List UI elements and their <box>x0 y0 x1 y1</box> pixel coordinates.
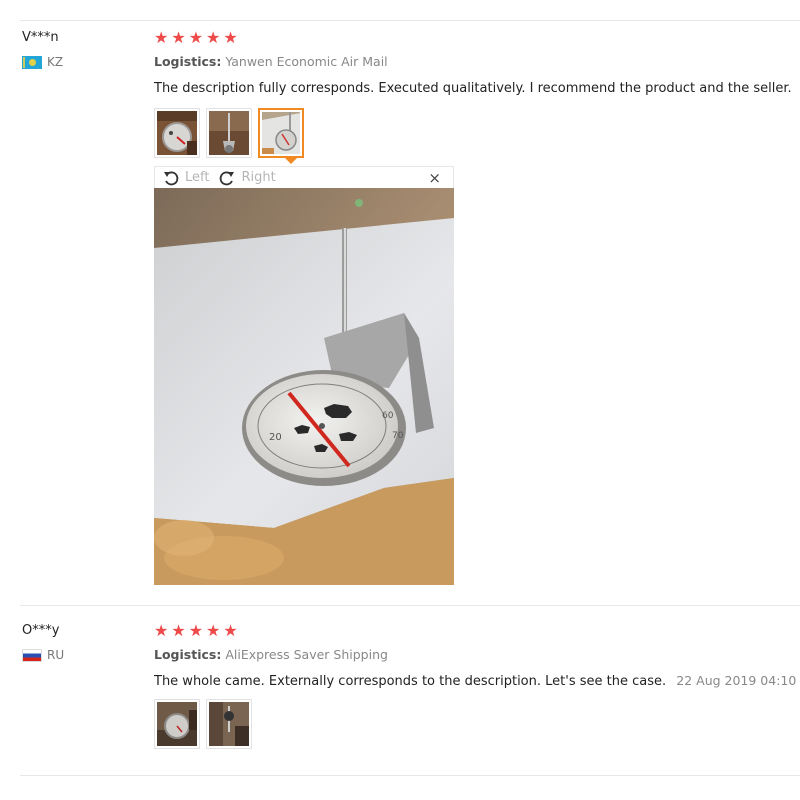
thermometer-photo <box>209 702 249 746</box>
star-rating: ★★★★★ <box>154 621 241 640</box>
review-photo-thumbnail-selected[interactable] <box>258 108 304 158</box>
thermometer-photo <box>157 702 197 746</box>
logistics-label: Logistics: <box>154 54 222 69</box>
russia-flag-icon <box>22 648 42 662</box>
svg-text:60: 60 <box>382 411 394 421</box>
review-divider <box>20 605 800 606</box>
country-code: RU <box>47 648 65 662</box>
review-photo-thumbnail[interactable] <box>206 699 252 749</box>
country-code: KZ <box>47 55 64 69</box>
review-photos <box>154 108 800 158</box>
rotate-left-label: Left <box>185 170 210 185</box>
star-rating: ★★★★★ <box>154 28 241 47</box>
logistics-info: Logistics: Yanwen Economic Air Mail <box>154 54 800 70</box>
review-date: 22 Aug 2019 04:10 <box>676 673 797 688</box>
selected-photo-pointer <box>285 158 297 164</box>
review-photo-thumbnail[interactable] <box>154 108 200 158</box>
logistics-value: AliExpress Saver Shipping <box>225 647 388 662</box>
logistics-label: Logistics: <box>154 647 222 662</box>
logistics-value: Yanwen Economic Air Mail <box>225 54 388 69</box>
review-body: The whole came. Externally corresponds t… <box>154 674 667 689</box>
review-body: The description fully corresponds. Execu… <box>154 81 792 96</box>
close-icon[interactable]: × <box>428 169 441 187</box>
reviewer-name: O***y <box>22 623 60 638</box>
bottom-divider <box>20 775 800 776</box>
svg-text:70: 70 <box>392 431 404 441</box>
review-photos <box>154 699 800 749</box>
review-text: The whole came. Externally corresponds t… <box>154 672 800 691</box>
thermometer-photo <box>262 112 300 154</box>
rotate-left-icon <box>164 171 179 185</box>
review-content: ★★★★★ Logistics: Yanwen Economic Air Mai… <box>154 30 800 158</box>
review-photo-thumbnail[interactable] <box>206 108 252 158</box>
reviewer-info: O***y RU <box>22 623 142 663</box>
review-photo-thumbnail[interactable] <box>154 699 200 749</box>
rotate-right-icon <box>220 171 235 185</box>
photo-viewer-toolbar: Left Right × <box>154 166 454 188</box>
thermometer-photo <box>157 111 197 155</box>
reviewer-info: V***n KZ <box>22 30 142 70</box>
enlarged-review-photo: 20 70 60 <box>154 188 454 585</box>
thermometer-photo <box>209 111 249 155</box>
svg-text:20: 20 <box>269 432 282 443</box>
rotate-left-button[interactable]: Left <box>163 170 209 186</box>
top-divider <box>20 20 800 21</box>
reviewer-country: RU <box>22 647 142 663</box>
review-content: ★★★★★ Logistics: AliExpress Saver Shippi… <box>154 623 800 749</box>
kazakhstan-flag-icon <box>22 55 42 69</box>
rotate-right-label: Right <box>241 170 276 185</box>
rotate-right-button[interactable]: Right <box>219 170 276 186</box>
review-text: The description fully corresponds. Execu… <box>154 79 800 98</box>
photo-viewer: Left Right × 20 70 60 <box>154 166 454 585</box>
reviewer-country: KZ <box>22 54 142 70</box>
reviewer-name: V***n <box>22 30 59 45</box>
logistics-info: Logistics: AliExpress Saver Shipping <box>154 647 800 663</box>
